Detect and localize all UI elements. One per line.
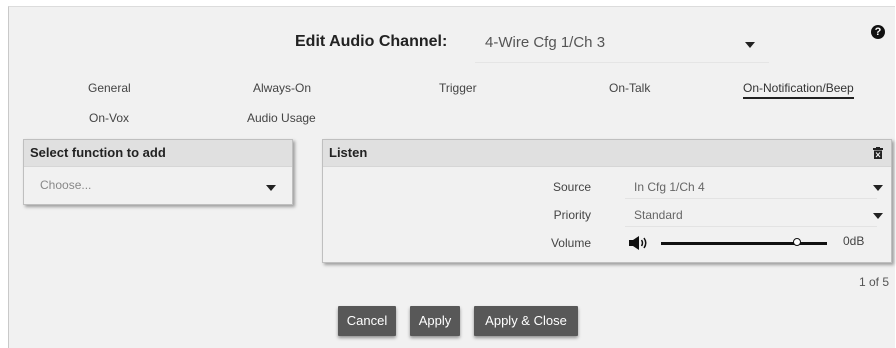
priority-select[interactable]: Standard [634,208,683,222]
function-picker-panel: Select function to add Choose... [23,139,293,205]
tab-on-talk[interactable]: On-Talk [609,81,650,95]
priority-label: Priority [553,208,591,222]
volume-label: Volume [550,236,591,250]
dialog-title: Edit Audio Channel: [295,33,448,50]
channel-select[interactable]: 4-Wire Cfg 1/Ch 3 [475,23,769,63]
chevron-down-icon[interactable] [266,185,276,191]
channel-select-value: 4-Wire Cfg 1/Ch 3 [485,34,606,51]
chevron-down-icon[interactable] [873,185,883,191]
function-select[interactable]: Choose... [40,178,91,192]
tab-on-vox[interactable]: On-Vox [89,111,129,125]
dialog-header: Edit Audio Channel: 4-Wire Cfg 1/Ch 3 ? [9,7,895,73]
tab-trigger[interactable]: Trigger [439,81,477,95]
tab-always-on[interactable]: Always-On [253,81,311,95]
tab-on-notification-beep[interactable]: On-Notification/Beep [743,81,854,99]
apply-button[interactable]: Apply [410,306,460,336]
listen-panel-title: Listen [323,140,891,167]
apply-close-button[interactable]: Apply & Close [474,306,578,336]
source-label: Source [552,180,591,194]
trash-icon[interactable] [873,147,883,159]
chevron-down-icon[interactable] [873,213,883,219]
volume-slider-track[interactable] [661,242,827,245]
chevron-down-icon [745,42,755,48]
tab-general[interactable]: General [88,81,131,95]
speaker-icon[interactable] [629,236,649,250]
source-underline [625,198,877,199]
edit-audio-channel-dialog: Edit Audio Channel: 4-Wire Cfg 1/Ch 3 ? … [8,6,895,348]
tab-audio-usage[interactable]: Audio Usage [247,111,316,125]
page-indicator: 1 of 5 [858,275,889,289]
source-select[interactable]: In Cfg 1/Ch 4 [634,180,705,194]
volume-value: 0dB [843,234,865,248]
function-picker-title: Select function to add [24,140,292,167]
priority-underline [625,226,877,227]
listen-panel: Listen Source In Cfg 1/Ch 4 Priority Sta… [322,139,892,263]
help-icon[interactable]: ? [871,25,885,39]
cancel-button[interactable]: Cancel [338,306,396,336]
